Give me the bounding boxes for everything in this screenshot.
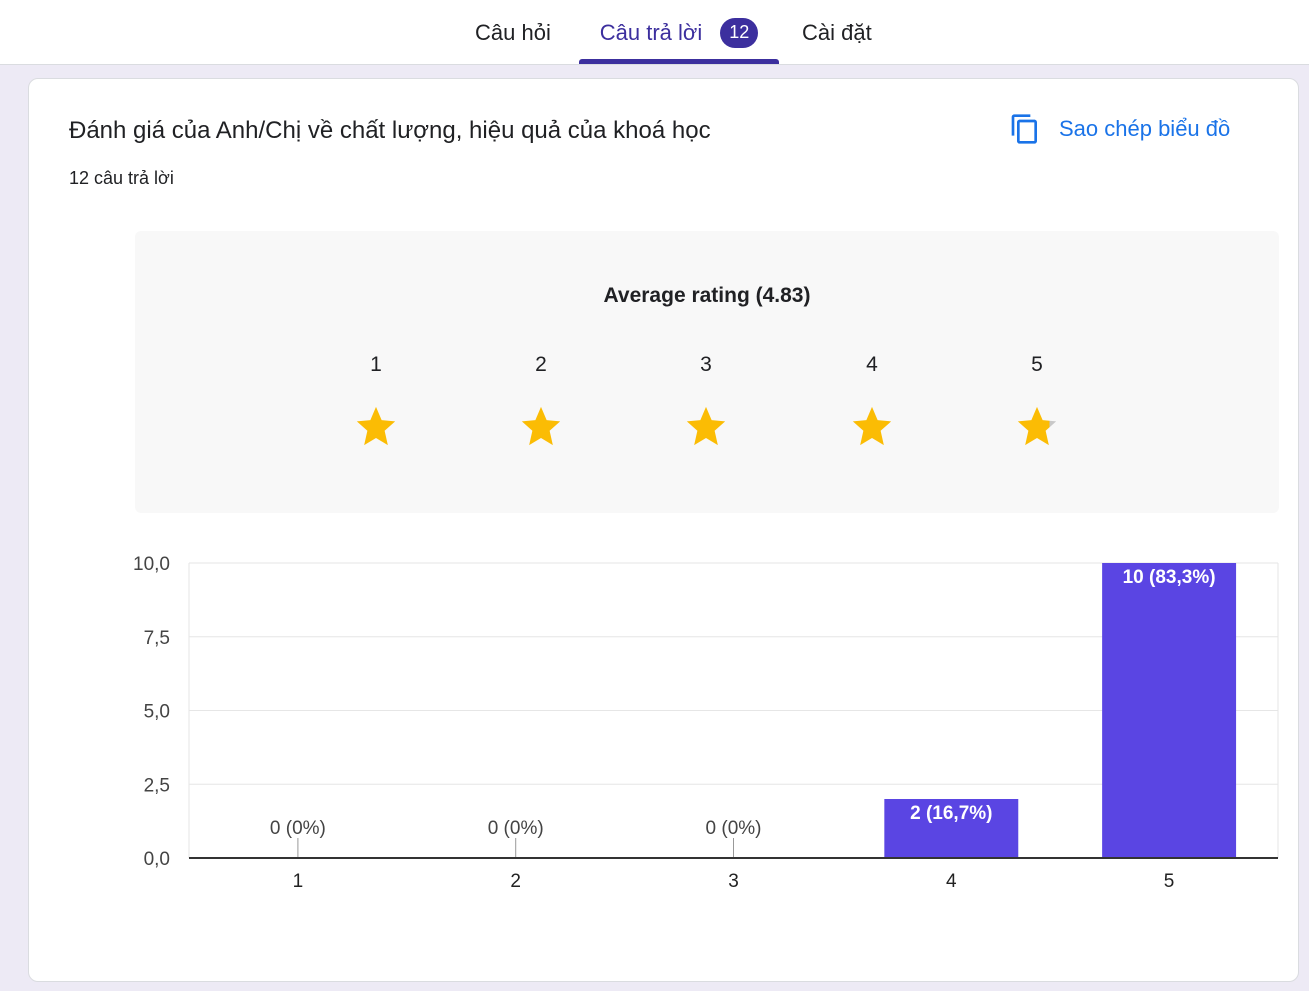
- x-tick-label: 4: [946, 871, 957, 892]
- bar-5: [1102, 563, 1237, 858]
- y-tick-label: 2,5: [144, 775, 170, 796]
- x-tick-label: 2: [510, 871, 521, 892]
- bar-data-label: 2 (16,7%): [910, 803, 992, 824]
- x-tick-label: 3: [728, 871, 739, 892]
- y-tick-label: 7,5: [144, 628, 170, 649]
- bar-data-label: 0 (0%): [488, 818, 544, 839]
- x-tick-label: 5: [1164, 871, 1175, 892]
- bar-data-label: 10 (83,3%): [1123, 567, 1216, 588]
- y-tick-label: 5,0: [144, 702, 170, 723]
- y-tick-label: 10,0: [133, 554, 170, 575]
- rating-bar-chart: 0,0 2,5 5,0 7,5 10,0 0 (0%) 1 0 (0%) 2 0 (0%) 3 2 (…: [133, 554, 1279, 892]
- bar-data-label: 0 (0%): [270, 818, 326, 839]
- bar-data-label: 0 (0%): [706, 818, 762, 839]
- x-tick-label: 1: [293, 871, 304, 892]
- y-tick-label: 0,0: [144, 849, 170, 870]
